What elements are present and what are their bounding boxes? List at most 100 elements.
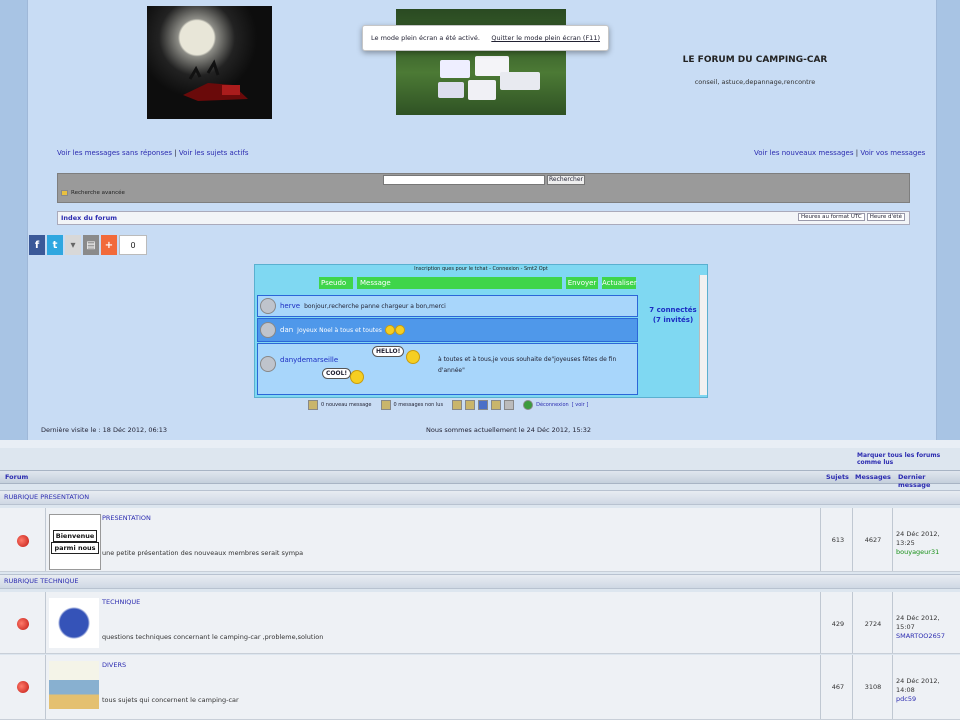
chat-message: dan Joyeux Noel à tous et toutes [257,318,638,342]
chat-message-list: herve bonjour,recherche panne chargeur a… [257,295,638,397]
welcome-sign-image: Bienvenue parmi nous [49,514,101,570]
share-count: 0 [119,235,147,255]
category-presentation-link[interactable]: RUBRIQUE PRESENTATION [4,493,89,501]
welcome-text: Bienvenue [52,530,98,542]
topics-count: 613 [831,536,845,544]
chat-send-button[interactable]: Envoyer [566,277,598,289]
new-message-count: 0 nouveau message [321,402,372,408]
col-topics: Sujets [826,473,849,481]
last-visit: Dernière visite le : 18 Déc 2012, 06:13 [41,426,168,434]
chat-refresh-button[interactable]: Actualiser [602,277,637,289]
site-title: LE FORUM DU CAMPING-CAR [682,55,828,65]
forum-status-icon [15,533,31,549]
col-last-post: Dernier message [898,473,931,489]
exit-fullscreen-link[interactable]: Quitter le mode plein écran (F11) [491,34,600,42]
col-forum: Forum [5,473,29,481]
divers-image [49,661,99,709]
dropdown-icon[interactable]: ▾ [65,235,81,255]
current-time: Nous sommes actuellement le 24 Déc 2012,… [426,426,592,434]
logout-icon [523,400,534,410]
smiley-icon [406,350,420,364]
mark-all-read-link[interactable]: Marquer tous les forums comme lus [857,452,960,466]
forum-table-header [0,470,960,484]
breadcrumb-index-link[interactable]: Index du forum [61,214,117,222]
forum-name-link[interactable]: TECHNIQUE [102,598,140,606]
last-post-date: 24 Déc 2012, 15:07 [896,614,940,631]
chat-message: herve bonjour,recherche panne chargeur a… [257,295,638,317]
chat-tool-icon[interactable] [465,400,476,410]
topics-count: 467 [831,683,845,691]
timezone-summer: Heure d'été [866,213,905,221]
new-posts-link[interactable]: Voir les nouveaux messages [754,149,854,157]
chat-text: bonjour,recherche panne chargeur a bon,m… [304,302,446,310]
avatar [260,356,276,372]
forum-row-presentation: Bienvenue parmi nous PRESENTATION une pe… [0,508,960,572]
chat-tool-icon[interactable] [452,400,463,410]
technique-image [49,598,99,648]
chat-tool-icon[interactable] [478,400,489,410]
see-link[interactable]: [ voir ] [572,402,589,408]
timezone-info: Heures au format UTC Heure d'été [798,213,905,221]
share-plus-icon[interactable]: + [101,235,117,255]
logout-link[interactable]: Déconnexion [536,402,569,408]
chat-username[interactable]: herve [280,302,300,310]
chat-online-count: 7 connectés (7 invités) [642,305,704,325]
chat-username[interactable]: danydemarseille [280,356,338,364]
category-row [0,490,960,505]
chat-header: Inscription ques pour le tchat - Connexi… [414,266,548,272]
new-message-icon [308,400,318,410]
search-button[interactable]: Rechercher [547,175,585,185]
search-folder-icon [61,190,68,196]
avatar [260,298,276,314]
nav-separator: | [172,149,179,157]
last-post-info: 24 Déc 2012, 15:07 SMARTOO2657 [896,614,960,641]
fullscreen-notification: Le mode plein écran a été activé. Quitte… [362,25,609,51]
last-post-user[interactable]: SMARTOO2657 [896,632,960,641]
sleigh-silhouette-icon [183,59,248,101]
chat-text: à toutes et à tous,je vous souhaite de"j… [438,356,617,374]
chat-pseudo-field[interactable]: Pseudo [319,277,353,289]
chat-username[interactable]: dan [280,326,293,334]
your-posts-link[interactable]: Voir vos messages [860,149,925,157]
chat-online-line: 7 connectés [649,306,697,314]
hello-bubble: HELLO! [372,346,405,357]
chat-tool-icon[interactable] [504,400,515,410]
chat-tool-icon[interactable] [491,400,502,410]
avatar [260,322,276,338]
topics-count: 429 [831,620,845,628]
search-input[interactable] [383,175,545,185]
cool-smiley-icon [350,370,364,384]
chat-message: danydemarseille HELLO! COOL! à toutes et… [257,343,638,395]
active-topics-link[interactable]: Voir les sujets actifs [179,149,249,157]
category-technique-link[interactable]: RUBRIQUE TECHNIQUE [4,577,78,585]
chat-text: Joyeux Noel à tous et toutes [297,326,382,334]
print-icon[interactable]: ▤ [83,235,99,255]
category-row [0,574,960,589]
posts-count: 3108 [864,683,882,691]
unanswered-posts-link[interactable]: Voir les messages sans réponses [57,149,172,157]
posts-count: 4627 [864,536,882,544]
chat-scrollbar[interactable] [699,275,707,395]
breadcrumb-bar [57,211,910,225]
facebook-icon[interactable]: f [29,235,45,255]
chat-message-field[interactable]: Message [357,277,562,289]
unread-messages-icon [380,400,391,410]
forum-description: une petite présentation des nouveaux mem… [102,549,304,557]
smiley-icon [394,325,405,335]
chat-footer: 0 nouveau message 0 messages non lus Déc… [308,400,588,410]
last-post-user[interactable]: bouyageur31 [896,548,960,557]
unread-message-count: 0 messages non lus [393,402,444,408]
last-post-info: 24 Déc 2012, 14:08 pdc59 [896,677,960,704]
forum-row-technique: TECHNIQUE questions techniques concernan… [0,592,960,654]
twitter-icon[interactable]: t [47,235,63,255]
forum-status-icon [15,679,31,695]
last-post-date: 24 Déc 2012, 14:08 [896,677,940,694]
forum-name-link[interactable]: DIVERS [102,661,126,669]
chat-online-line: (7 invités) [652,316,694,324]
last-post-user[interactable]: pdc59 [896,695,960,704]
advanced-search[interactable]: Recherche avancée [61,190,125,196]
forum-name-link[interactable]: PRESENTATION [102,514,151,522]
welcome-text: parmi nous [51,542,99,554]
timezone-utc: Heures au format UTC [798,213,865,221]
advanced-search-link[interactable]: Recherche avancée [71,190,125,196]
